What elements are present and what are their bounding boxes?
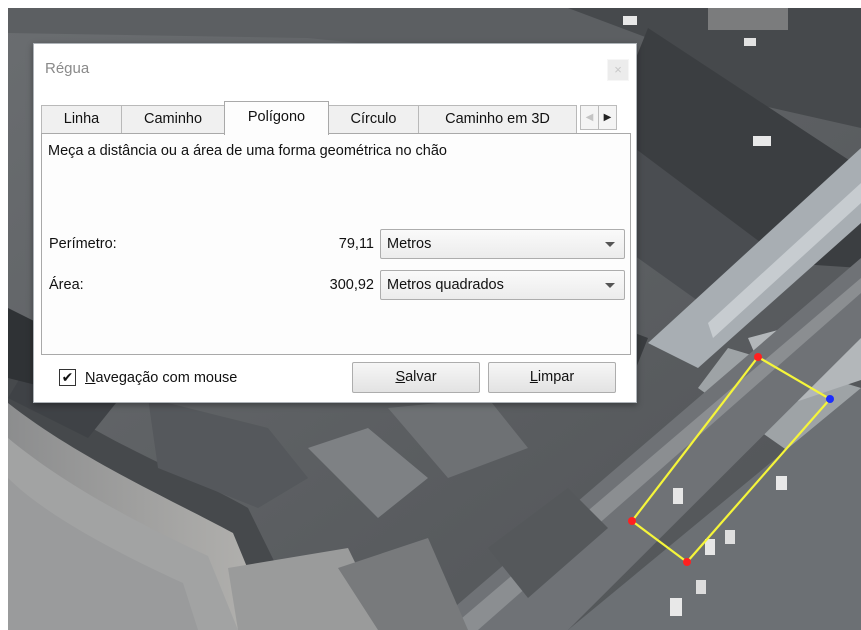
- tab-label: Caminho: [143, 111, 203, 127]
- polygon-vertex[interactable]: [754, 353, 762, 361]
- area-value: 300,92: [329, 277, 374, 293]
- tab-label: Círculo: [350, 111, 397, 127]
- tab-scroll-right-icon[interactable]: ▶: [598, 105, 617, 130]
- tab-caminho[interactable]: Caminho: [121, 105, 225, 134]
- chevron-down-icon: [605, 283, 615, 288]
- measured-polygon: [630, 355, 832, 564]
- label-text: avegação com mouse: [95, 370, 238, 386]
- tab-page-poligono: Meça a distância ou a área de uma forma …: [41, 133, 631, 355]
- mouse-navigation-checkbox[interactable]: ✔: [59, 369, 76, 386]
- polygon-vertex[interactable]: [628, 517, 636, 525]
- mnemonic-letter: S: [395, 369, 406, 385]
- perimeter-unit-select[interactable]: Metros: [380, 229, 625, 259]
- dialog-title: Régua: [45, 60, 90, 77]
- mnemonic-letter: L: [529, 369, 538, 385]
- area-label: Área:: [49, 277, 84, 293]
- tab-label: Linha: [63, 111, 100, 127]
- clear-button[interactable]: Limpar: [488, 362, 616, 393]
- perimeter-unit-value: Metros: [387, 236, 432, 252]
- mnemonic-letter: N: [85, 370, 96, 386]
- chevron-down-icon: [605, 242, 615, 247]
- perimeter-value: 79,11: [338, 236, 374, 252]
- perimeter-label: Perímetro:: [49, 236, 117, 252]
- area-unit-select[interactable]: Metros quadrados: [380, 270, 625, 300]
- tab-label: Polígono: [247, 109, 306, 125]
- tab-poligono[interactable]: Polígono: [224, 101, 329, 135]
- tab-label: Caminho em 3D: [445, 111, 550, 127]
- polygon-vertex[interactable]: [683, 558, 691, 566]
- ruler-dialog: Régua × Linha Caminho Polígono Círculo C…: [33, 43, 637, 403]
- button-text: alvar: [405, 369, 437, 385]
- area-unit-value: Metros quadrados: [387, 277, 504, 293]
- close-icon[interactable]: ×: [607, 59, 629, 81]
- tab-scroll-left-icon[interactable]: ◀: [580, 105, 599, 130]
- button-text: impar: [537, 369, 575, 385]
- save-button[interactable]: Salvar: [352, 362, 480, 393]
- tab-caminho-3d[interactable]: Caminho em 3D: [418, 105, 577, 134]
- tab-bar: Linha Caminho Polígono Círculo Caminho e…: [41, 101, 631, 135]
- tab-description: Meça a distância ou a área de uma forma …: [48, 143, 447, 159]
- tab-linha[interactable]: Linha: [41, 105, 122, 134]
- mouse-navigation-label[interactable]: Navegação com mouse: [85, 370, 237, 386]
- polygon-vertex-active[interactable]: [826, 395, 834, 403]
- tab-circulo[interactable]: Círculo: [328, 105, 419, 134]
